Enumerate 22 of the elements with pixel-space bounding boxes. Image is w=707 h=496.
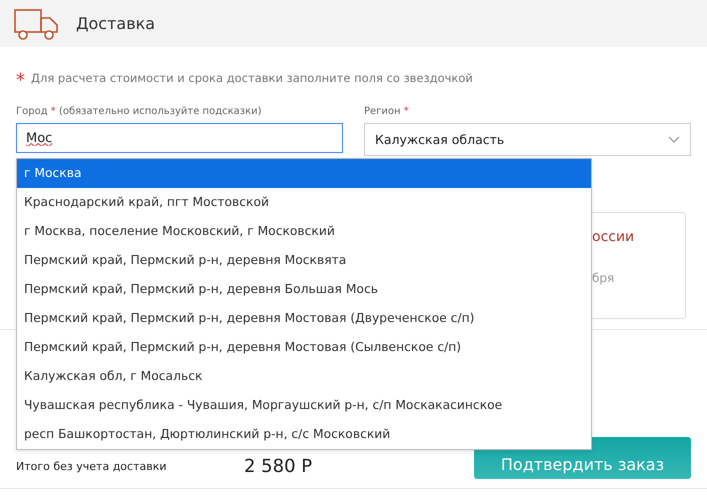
suggestion-item[interactable]: г Москва — [17, 159, 591, 188]
chevron-down-icon — [668, 136, 680, 144]
suggestion-item[interactable]: Пермский край, Пермский р-н, деревня Мостовая (Двуреченское с/п) — [17, 304, 591, 333]
region-select[interactable]: Калужская область — [364, 123, 691, 156]
suggestion-item[interactable]: Чувашская республика - Чувашия, Моргаушский р-н, с/п Москакасинское — [17, 391, 591, 420]
section-title: Доставка — [76, 14, 156, 33]
field-label: Регион * — [364, 106, 410, 117]
city-field[interactable]: Мос — [16, 123, 343, 153]
required-note: Для расчета стоимости и срока доставки заполните поля со звездочкой — [31, 71, 473, 85]
truck-icon — [14, 8, 58, 40]
total-label: Итого без учета доставки — [16, 460, 168, 472]
required-label: * — [16, 69, 25, 87]
suggestion-item[interactable]: Пермский край, Пермский р-н, деревня Москвята — [17, 246, 591, 275]
suggestion-item[interactable]: Калужская обл, г Мосальск — [17, 362, 591, 391]
total-amount: 2 580 Р — [244, 456, 312, 476]
field-label: Город * (обязательно используйте подсказки) — [16, 106, 263, 117]
suggestion-item[interactable]: Пермский край, Пермский р-н, деревня Мостовая (Сылвенское с/п) — [17, 333, 591, 362]
card-title: оссии — [592, 229, 636, 245]
delivery-date: бря — [592, 271, 616, 285]
suggestion-item[interactable]: Пермский край, Пермский р-н, деревня Большая Мось — [17, 275, 591, 304]
suggestion-item[interactable]: Краснодарский край, пгт Мостовской — [17, 188, 591, 217]
suggestion-item[interactable]: г Москва, поселение Московский, г Московский — [17, 217, 591, 246]
